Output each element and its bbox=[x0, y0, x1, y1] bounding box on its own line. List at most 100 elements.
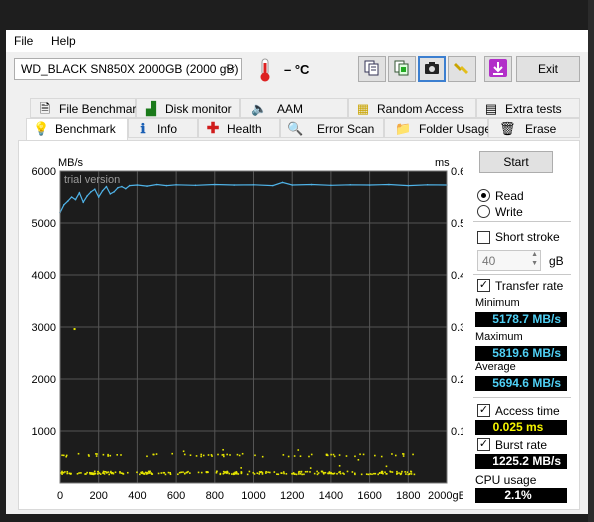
drive-select[interactable]: WD_BLACK SN850X 2000GB (2000 gB) ⌵ bbox=[14, 58, 242, 80]
transfer-rate-point bbox=[109, 193, 112, 195]
tab-disk-monitor[interactable]: ▟ Disk monitor bbox=[136, 98, 240, 118]
transfer-rate-point bbox=[165, 184, 168, 187]
access-time-point bbox=[294, 473, 296, 475]
access-time-point bbox=[298, 470, 301, 473]
y-tick-label-left: 2000 bbox=[32, 374, 56, 386]
access-time-point bbox=[396, 472, 398, 475]
transfer-rate-point bbox=[128, 184, 131, 187]
tab-erase[interactable]: 🗑 Erase bbox=[488, 118, 580, 138]
save-button[interactable] bbox=[484, 56, 512, 82]
access-time-point bbox=[283, 472, 285, 475]
tab-file-benchmark[interactable]: 🗎 File Benchmark bbox=[30, 98, 142, 118]
access-time-point bbox=[152, 453, 155, 456]
tab-health[interactable]: ✚ Health bbox=[198, 118, 280, 138]
access-time-point bbox=[385, 465, 388, 468]
tab-random-access[interactable]: ▦ Random Access bbox=[348, 98, 476, 118]
access-time-point bbox=[235, 471, 238, 474]
tab-error-scan[interactable]: 🔍 Error Scan bbox=[280, 118, 384, 138]
access-time-point bbox=[143, 472, 145, 475]
access-time-point bbox=[400, 473, 402, 475]
access-time-point bbox=[371, 473, 373, 476]
write-radio[interactable] bbox=[477, 205, 490, 218]
access-time-point bbox=[217, 453, 219, 456]
access-time-point bbox=[76, 472, 79, 475]
tab-benchmark[interactable]: 💡 Benchmark bbox=[26, 118, 128, 140]
access-time-point bbox=[367, 473, 370, 476]
access-time-point bbox=[293, 455, 296, 457]
screenshot-button[interactable] bbox=[418, 56, 446, 82]
menu-help[interactable]: Help bbox=[51, 34, 76, 48]
access-time-point bbox=[322, 472, 325, 475]
transfer-rate-checkbox[interactable]: ✓ bbox=[477, 279, 490, 292]
write-label: Write bbox=[495, 205, 523, 219]
access-time-point bbox=[88, 455, 90, 457]
access-time-point bbox=[96, 453, 98, 455]
transfer-rate-point bbox=[407, 184, 410, 187]
tab-info[interactable]: ℹ Info bbox=[128, 118, 198, 138]
tab-aam[interactable]: 🔈 AAM bbox=[240, 98, 348, 118]
tab-label: Info bbox=[157, 122, 178, 136]
tab-label: File Benchmark bbox=[59, 102, 143, 116]
y-tick-label-right: 0.60 bbox=[451, 166, 463, 178]
access-time-point bbox=[171, 452, 174, 455]
access-time-point bbox=[258, 471, 261, 473]
access-time-point bbox=[401, 470, 403, 473]
copy-text-button[interactable] bbox=[388, 56, 416, 82]
exit-button[interactable]: Exit bbox=[516, 56, 580, 82]
start-button[interactable]: Start bbox=[479, 151, 553, 173]
temperature-readout: – °C bbox=[284, 62, 310, 77]
access-time-point bbox=[273, 471, 276, 473]
access-time-point bbox=[162, 471, 165, 474]
spin-up-icon[interactable]: ▲ bbox=[531, 251, 538, 258]
transfer-rate-point bbox=[281, 181, 284, 184]
copy-info-button[interactable] bbox=[358, 56, 386, 82]
access-time-point bbox=[93, 470, 96, 473]
access-time-point bbox=[405, 473, 407, 475]
transfer-rate-point bbox=[70, 196, 73, 198]
transfer-rate-point bbox=[291, 184, 294, 186]
x-tick-label: 600 bbox=[167, 490, 185, 502]
short-stroke-checkbox[interactable] bbox=[477, 231, 490, 244]
access-time-point bbox=[332, 453, 335, 456]
read-radio[interactable] bbox=[477, 189, 490, 202]
stroke-size-spinbox[interactable]: 40 ▲ ▼ bbox=[477, 250, 541, 271]
access-time-point bbox=[282, 471, 285, 473]
camera-icon bbox=[424, 60, 440, 79]
options-button[interactable] bbox=[448, 56, 476, 82]
access-time-point bbox=[103, 471, 106, 473]
access-time-point bbox=[122, 473, 125, 475]
transfer-rate-point bbox=[426, 183, 429, 186]
access-time-checkbox[interactable]: ✓ bbox=[477, 404, 490, 417]
access-time-point bbox=[276, 473, 278, 475]
transfer-rate-point bbox=[90, 191, 92, 193]
access-time-point bbox=[189, 454, 192, 456]
access-time-point bbox=[287, 455, 290, 458]
menu-file[interactable]: File bbox=[14, 34, 33, 48]
access-time-point bbox=[297, 473, 300, 475]
burst-rate-label: Burst rate bbox=[495, 438, 548, 452]
access-time-point bbox=[332, 473, 335, 475]
access-time-point bbox=[309, 471, 311, 473]
burst-rate-checkbox[interactable]: ✓ bbox=[477, 438, 490, 451]
access-time-point bbox=[373, 472, 375, 475]
access-time-point bbox=[236, 453, 239, 456]
access-time-point bbox=[151, 473, 154, 475]
tab-extra-tests[interactable]: ▤ Extra tests bbox=[476, 98, 580, 118]
access-time-point bbox=[343, 473, 345, 475]
access-time-point bbox=[80, 472, 82, 474]
transfer-rate-point bbox=[194, 184, 197, 187]
y-tick-label-right: 0.20 bbox=[451, 374, 463, 386]
access-time-point bbox=[114, 471, 117, 474]
spin-down-icon[interactable]: ▼ bbox=[531, 260, 538, 267]
access-time-point bbox=[85, 473, 87, 475]
minimum-label: Minimum bbox=[475, 297, 520, 309]
access-time-point bbox=[261, 473, 264, 475]
access-time-point bbox=[353, 472, 356, 475]
access-time-point bbox=[362, 453, 365, 456]
info-icon: ℹ bbox=[140, 121, 146, 136]
y-tick-label-left: 1000 bbox=[32, 426, 56, 438]
transfer-rate-point bbox=[101, 189, 104, 192]
access-time-point bbox=[260, 471, 263, 473]
tab-label: Error Scan bbox=[317, 122, 375, 136]
tab-folder-usage[interactable]: 📁 Folder Usage bbox=[384, 118, 491, 138]
